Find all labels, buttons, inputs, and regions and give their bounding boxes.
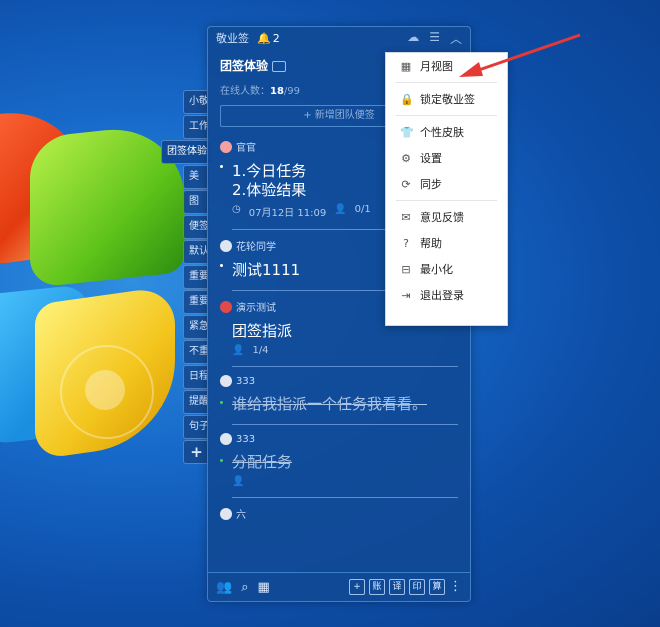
note-bullet — [220, 401, 223, 404]
side-tab[interactable]: 不重 — [183, 340, 209, 364]
note-text: 谁给我指派一个任务我看看。 — [232, 395, 428, 413]
menu-item-sync[interactable]: ⟳ 同步 — [386, 171, 507, 197]
side-tab[interactable]: 重要 — [183, 290, 209, 314]
avatar — [220, 375, 232, 387]
dropdown-menu: ▦ 月视图 🔒 锁定敬业签 👕 个性皮肤 ⚙ 设置 ⟳ 同步 ✉ 意见反馈 ? 帮助 ⊟ 最小化… — [385, 52, 508, 326]
menu-item-settings[interactable]: ⚙ 设置 — [386, 145, 507, 171]
note-assign: 1/4 — [252, 345, 269, 356]
avatar — [220, 239, 232, 252]
note-text: 分配任务 — [232, 453, 293, 471]
calendar-icon: ▦ — [400, 59, 412, 73]
side-tab[interactable]: 紧急 — [183, 315, 209, 339]
side-tab[interactable]: 便签 — [183, 215, 209, 239]
add-note-button[interactable]: + — [349, 579, 365, 595]
menu-divider — [396, 200, 497, 201]
minimize-icon: ⊟ — [401, 262, 411, 276]
logout-icon: ⇥ — [401, 288, 411, 302]
menu-item-logout[interactable]: ⇥ 退出登录 — [386, 282, 507, 308]
logo-glow-center — [85, 370, 125, 410]
menu-item-skin[interactable]: 👕 个性皮肤 — [386, 119, 507, 145]
side-tab[interactable]: 提醒 — [183, 390, 209, 414]
side-tab[interactable]: 工作 — [183, 115, 209, 139]
notification-count: 2 — [272, 31, 280, 45]
account-button[interactable]: 账 — [369, 579, 385, 595]
note-author: 六 — [236, 510, 246, 521]
avatar — [220, 300, 232, 313]
note-item[interactable]: 333 分配任务 👤 — [208, 425, 470, 493]
contacts-icon[interactable]: 👥 — [216, 580, 232, 595]
note-item[interactable]: 六 — [208, 498, 470, 527]
avatar — [220, 140, 232, 153]
clock-icon: ◷ — [232, 204, 241, 215]
note-item[interactable]: 333 谁给我指派一个任务我看看。 — [208, 367, 470, 420]
more-icon[interactable]: ⋮ — [449, 579, 462, 595]
app-title: 敬业签 — [216, 32, 249, 45]
cloud-icon[interactable]: ☁ — [407, 30, 419, 47]
side-tab[interactable]: 句子 — [183, 415, 209, 439]
side-tab[interactable]: 日程 — [183, 365, 209, 389]
bell-icon[interactable]: 🔔 — [257, 32, 271, 45]
menu-divider — [396, 115, 497, 116]
calendar-icon[interactable]: ▦ — [257, 580, 269, 595]
menu-divider — [396, 82, 497, 83]
note-bullet — [220, 264, 223, 267]
note-date: 07月12日 11:09 — [248, 208, 327, 219]
side-tab[interactable]: 小敬 — [183, 90, 209, 114]
avatar — [220, 507, 232, 520]
side-tab[interactable]: 图 — [183, 190, 209, 214]
note-author: 333 — [236, 433, 256, 445]
lock-icon: 🔒 — [400, 92, 414, 106]
annotation-arrow — [459, 33, 581, 77]
menu-icon[interactable]: ☰ — [429, 30, 440, 47]
shirt-icon: 👕 — [400, 125, 414, 139]
menu-item-help[interactable]: ? 帮助 — [386, 230, 507, 256]
note-author: 花轮同学 — [236, 242, 276, 253]
print-button[interactable]: 印 — [409, 579, 425, 595]
user-icon: 👤 — [232, 476, 245, 487]
gear-icon: ⚙ — [401, 151, 411, 165]
side-tab[interactable]: 重要 — [183, 265, 209, 289]
team-tag-icon — [272, 61, 287, 72]
note-assign: 0/1 — [354, 204, 371, 215]
search-icon[interactable]: ⌕ — [241, 580, 248, 595]
mail-icon: ✉ — [401, 210, 411, 224]
calculator-button[interactable]: 算 — [429, 579, 445, 595]
note-author: 333 — [236, 375, 256, 387]
note-bullet — [220, 165, 223, 168]
avatar — [220, 433, 232, 445]
side-tab-active[interactable]: 团签体验 — [161, 140, 211, 164]
translate-button[interactable]: 译 — [389, 579, 405, 595]
help-icon: ? — [403, 236, 409, 250]
user-icon: 👤 — [334, 204, 347, 215]
user-icon: 👤 — [232, 345, 245, 356]
menu-item-feedback[interactable]: ✉ 意见反馈 — [386, 204, 507, 230]
side-tab[interactable]: 默认 — [183, 240, 209, 264]
bottom-toolbar: 👥 ⌕ ▦ + 账 译 印 算 ⋮ — [208, 572, 470, 601]
sync-icon: ⟳ — [401, 177, 411, 191]
note-bullet — [220, 459, 223, 462]
menu-item-minimize[interactable]: ⊟ 最小化 — [386, 256, 507, 282]
note-author: 演示测试 — [236, 303, 276, 314]
add-tab-button[interactable]: + — [183, 440, 209, 464]
side-tabs: 小敬 工作 团签体验 美 图 便签 默认 重要 重要 紧急 不重 日程 提醒 句… — [161, 90, 211, 465]
note-author: 官官 — [236, 143, 256, 154]
menu-item-lock[interactable]: 🔒 锁定敬业签 — [386, 86, 507, 112]
title-bar: 敬业签 🔔 2 ☁ ☰ ︿ — [208, 27, 470, 49]
side-tab[interactable]: 美 — [183, 165, 209, 189]
